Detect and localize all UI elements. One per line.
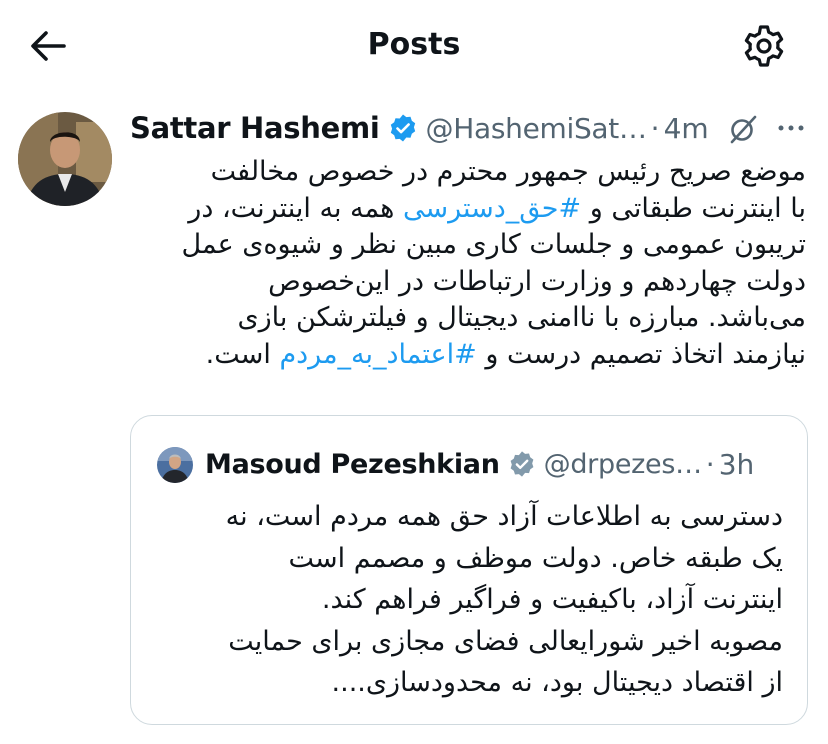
text-segment: با اینترنت طبقاتی و [581,192,806,224]
page-title: Posts [367,27,461,62]
post-text-line: با اینترنت طبقاتی و #حق_دسترسی همه به ای… [130,191,806,228]
text-segment: همه به اینترنت، در [188,192,403,224]
author-name[interactable]: Sattar Hashemi [130,111,380,145]
quoted-avatar[interactable] [157,447,193,483]
post-text-line: می‌باشد. مبارزه با ناامنی دیجیتال و فیلت… [237,302,806,333]
avatar[interactable] [18,112,112,206]
quoted-profile-photo [157,447,193,483]
quoted-text-line: اینترنت آزاد، باکیفیت و فراگیر فراهم کند… [321,584,783,615]
verified-badge-icon [390,114,415,142]
quoted-author-name[interactable]: Masoud Pezeshkian [205,449,500,480]
quoted-text-line: دسترسی به اطلاعات آزاد حق همه مردم است، … [225,501,783,532]
post-text-line: موضع صریح رئیس جمهور محترم در خصوص مخالف… [210,156,806,187]
post-text: موضع صریح رئیس جمهور محترم در خصوص مخالف… [130,154,806,373]
post-text-line: تریبون عمومی و جلسات کاری مبین نظر و شیو… [181,229,806,260]
more-icon[interactable] [776,116,806,140]
hashtag-link[interactable]: #اعتماد_به_مردم [279,339,476,370]
quoted-post-text: دسترسی به اطلاعات آزاد حق همه مردم است، … [155,496,783,704]
author-handle[interactable]: @HashemiSat… [426,112,647,145]
gear-icon [744,25,784,67]
settings-button[interactable] [740,22,788,70]
grok-icon[interactable] [728,114,758,144]
text-segment: است. [205,338,280,370]
quoted-text-line: یک طبقه خاص. دولت موظف و مصمم است [288,542,783,574]
separator-dot: · [650,111,660,145]
gray-verified-badge-icon [510,451,534,477]
post-timestamp[interactable]: 4m [664,112,709,145]
quoted-timestamp[interactable]: 3h [719,448,755,481]
separator-dot: · [705,447,715,481]
post-text-line: نیازمند اتخاذ تصمیم درست و #اعتماد_به_مر… [130,337,806,374]
post-author-row: Sattar Hashemi @HashemiSat… · 4m [130,108,709,148]
quoted-text-line: از اقتصاد دیجیتال بود، نه محدودسازی.... [331,667,783,698]
quoted-author-row: Masoud Pezeshkian @drpezes… · 3h [205,444,754,484]
hashtag-link[interactable]: #حق_دسترسی [403,193,581,224]
top-bar: Posts [0,0,828,90]
quoted-author-handle[interactable]: @drpezes… [544,449,702,480]
profile-photo [18,112,112,206]
text-segment: نیازمند اتخاذ تصمیم درست و [476,338,806,370]
post-text-line: دولت چهاردهم و وزارت ارتباطات در این‌خصو… [268,265,806,297]
quoted-text-line: مصوبه اخیر شورایعالی فضای مجازی برای حما… [228,625,783,657]
quoted-post-card[interactable]: Masoud Pezeshkian @drpezes… · 3h دسترسی … [130,415,808,725]
